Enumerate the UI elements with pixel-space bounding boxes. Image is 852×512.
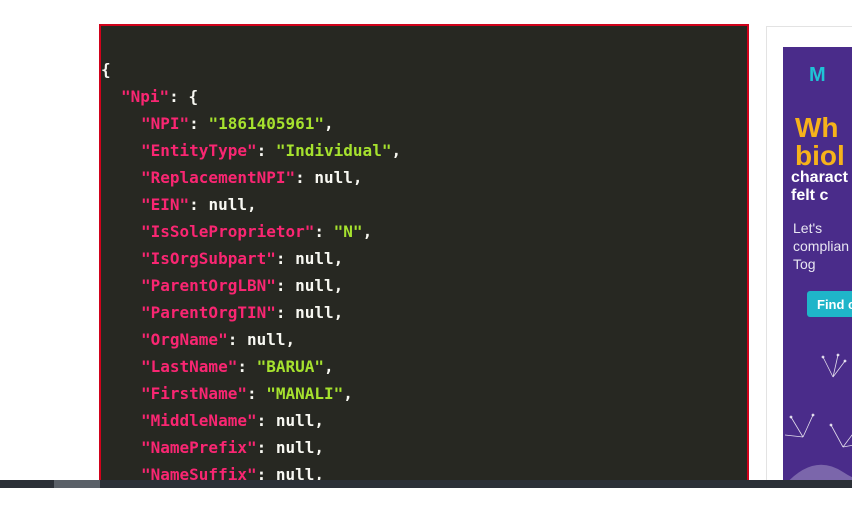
json-value: null bbox=[275, 411, 315, 430]
json-value: "BARUA" bbox=[256, 357, 325, 376]
json-comma: , bbox=[333, 276, 344, 295]
json-key: "Npi" bbox=[121, 87, 170, 106]
json-key: "NamePrefix" bbox=[141, 438, 257, 457]
ad-headline: Wh biol bbox=[795, 112, 845, 171]
json-comma: , bbox=[333, 303, 344, 322]
json-code-panel[interactable]: {"Npi": {"NPI": "1861405961", "EntityType… bbox=[99, 24, 749, 486]
json-value: "N" bbox=[333, 222, 363, 241]
json-row: "FirstName": "MANALI", bbox=[101, 380, 401, 407]
ad-subhead: charact felt c bbox=[791, 169, 848, 204]
json-colon: : bbox=[237, 357, 257, 376]
dandelion-illustration bbox=[784, 353, 852, 485]
advertisement[interactable]: M Wh biol charact felt c Let's complian … bbox=[783, 47, 852, 485]
json-comma: , bbox=[333, 249, 344, 268]
json-row: "IsSoleProprietor": "N", bbox=[101, 218, 401, 245]
ad-frame: M Wh biol charact felt c Let's complian … bbox=[766, 26, 852, 486]
json-key: "FirstName" bbox=[141, 384, 247, 403]
json-colon: : bbox=[189, 195, 209, 214]
json-key: "NPI" bbox=[141, 114, 190, 133]
json-comma: , bbox=[362, 222, 373, 241]
json-colon: : bbox=[227, 330, 247, 349]
json-row: "LastName": "BARUA", bbox=[101, 353, 401, 380]
json-key: "EIN" bbox=[141, 195, 190, 214]
json-key: "ReplacementNPI" bbox=[141, 168, 296, 187]
json-colon: : bbox=[189, 114, 209, 133]
json-colon: : bbox=[295, 168, 315, 187]
json-key: "ParentOrgTIN" bbox=[141, 303, 276, 322]
json-key: "ParentOrgLBN" bbox=[141, 276, 276, 295]
json-value: null bbox=[208, 195, 247, 214]
json-colon: : bbox=[246, 384, 267, 403]
json-key: "LastName" bbox=[141, 357, 238, 376]
json-code: {"Npi": {"NPI": "1861405961", "EntityType… bbox=[101, 56, 401, 484]
json-key: "EntityType" bbox=[141, 141, 257, 160]
json-key: "IsSoleProprietor" bbox=[141, 222, 315, 241]
json-value: "1861405961" bbox=[208, 114, 325, 133]
json-comma: , bbox=[324, 357, 334, 376]
json-value: "MANALI" bbox=[266, 384, 344, 403]
json-row: "ParentOrgLBN": null, bbox=[101, 272, 401, 299]
json-row: "EntityType": "Individual", bbox=[101, 137, 401, 164]
json-colon: : bbox=[256, 411, 276, 430]
json-comma: , bbox=[246, 195, 257, 214]
json-value: null bbox=[295, 276, 334, 295]
json-row: "OrgName": null, bbox=[101, 326, 401, 353]
json-row: "NPI": "1861405961", bbox=[101, 110, 401, 137]
scrollbar-thumb[interactable] bbox=[54, 480, 100, 488]
json-comma: , bbox=[314, 411, 325, 430]
json-value: "Individual" bbox=[275, 141, 392, 160]
json-value: null bbox=[295, 303, 334, 322]
horizontal-scrollbar[interactable] bbox=[0, 480, 852, 488]
json-comma: , bbox=[343, 384, 353, 403]
json-row: "MiddleName": null, bbox=[101, 407, 401, 434]
json-value: null bbox=[314, 168, 353, 187]
page: {"Npi": {"NPI": "1861405961", "EntityType… bbox=[0, 0, 852, 512]
json-colon: : bbox=[275, 276, 296, 295]
json-key: "MiddleName" bbox=[141, 411, 257, 430]
json-comma: , bbox=[314, 438, 325, 457]
json-row: "ReplacementNPI": null, bbox=[101, 164, 401, 191]
ad-logo: M bbox=[809, 64, 826, 86]
json-row: "NamePrefix": null, bbox=[101, 434, 401, 461]
json-open-brace: { bbox=[101, 60, 111, 79]
json-comma: , bbox=[324, 114, 334, 133]
json-key: "OrgName" bbox=[141, 330, 228, 349]
json-comma: , bbox=[391, 141, 402, 160]
json-npi-line: "Npi": { bbox=[121, 87, 199, 106]
ad-find-button[interactable]: Find c bbox=[807, 291, 852, 317]
json-colon: : bbox=[275, 249, 296, 268]
json-row: "ParentOrgTIN": null, bbox=[101, 299, 401, 326]
json-rows: "NPI": "1861405961", "EntityType": "Indiv… bbox=[101, 110, 401, 484]
json-colon: : bbox=[256, 141, 276, 160]
json-colon: : bbox=[275, 303, 296, 322]
ad-body: Let's complian Tog bbox=[793, 220, 850, 272]
json-colon: : bbox=[314, 222, 334, 241]
json-value: null bbox=[246, 330, 286, 349]
json-colon: : bbox=[256, 438, 276, 457]
json-value: null bbox=[275, 438, 315, 457]
json-comma: , bbox=[352, 168, 363, 187]
json-comma: , bbox=[285, 330, 296, 349]
json-key: "IsOrgSubpart" bbox=[141, 249, 276, 268]
json-row: "IsOrgSubpart": null, bbox=[101, 245, 401, 272]
json-row: "EIN": null, bbox=[101, 191, 401, 218]
json-value: null bbox=[295, 249, 334, 268]
